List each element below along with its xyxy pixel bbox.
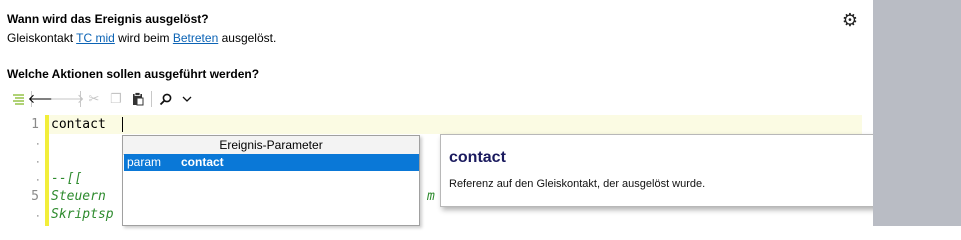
event-panel: Wann wird das Ereignis ausgelöst? ⚙ Glei… xyxy=(0,0,937,226)
actions-heading: Welche Aktionen sollen ausgeführt werden… xyxy=(7,67,260,81)
fold-dot: · xyxy=(36,156,40,168)
code-line-5-tail: m xyxy=(427,189,435,204)
code-line-4: --[[ xyxy=(51,171,83,186)
fold-dot: · xyxy=(36,138,40,150)
paste-icon[interactable] xyxy=(127,88,149,110)
trigger-suffix: ausgelöst. xyxy=(221,31,277,45)
documentation-tooltip: contact Referenz auf den Gleiskontakt, d… xyxy=(440,134,937,207)
redo-icon[interactable]: 🡒 xyxy=(50,88,85,110)
tooltip-description: Referenz auf den Gleiskontakt, der ausge… xyxy=(449,178,706,190)
format-lines-icon[interactable] xyxy=(7,88,29,110)
copy-icon[interactable]: ❐ xyxy=(105,88,127,110)
trigger-prefix: Gleiskontakt xyxy=(7,31,74,45)
trigger-description: Gleiskontakt TC mid wird beim Betreten a… xyxy=(7,31,276,45)
line-number: 5 xyxy=(31,189,39,204)
trigger-heading: Wann wird das Ereignis ausgelöst? xyxy=(7,12,209,26)
code-line-6: Skriptsp xyxy=(51,207,114,222)
autocomplete-item-name: contact xyxy=(181,155,224,169)
trigger-middle: wird beim xyxy=(118,31,170,45)
code-line-5: Steuern xyxy=(51,189,106,204)
autocomplete-item[interactable]: param contact xyxy=(124,154,419,171)
autocomplete-popup: Ereignis-Parameter param contact xyxy=(122,135,420,226)
autocomplete-item-kind: param xyxy=(127,155,162,169)
fold-dot: · xyxy=(36,210,40,222)
autocomplete-header: Ereignis-Parameter xyxy=(123,136,419,155)
gear-icon[interactable]: ⚙ xyxy=(841,11,859,29)
chevron-down-icon[interactable] xyxy=(176,88,198,110)
cut-icon[interactable]: ✂ xyxy=(83,88,105,110)
search-icon[interactable] xyxy=(154,88,176,110)
line-number: 1 xyxy=(31,117,39,132)
toolbar-separator xyxy=(80,91,81,107)
line-gutter: 1 · · · 5 · xyxy=(7,115,48,226)
text-caret xyxy=(122,117,123,132)
side-panel-background xyxy=(873,0,961,226)
fold-dot: · xyxy=(36,174,40,186)
action-link[interactable]: Betreten xyxy=(173,31,218,45)
code-line-1: contact xyxy=(51,117,106,132)
current-line-highlight xyxy=(49,115,862,134)
tooltip-title: contact xyxy=(449,149,506,166)
contact-link[interactable]: TC mid xyxy=(76,31,115,45)
editor-toolbar: 🡐 🡒 ✂ ❐ xyxy=(7,88,198,110)
toolbar-separator xyxy=(151,91,152,107)
